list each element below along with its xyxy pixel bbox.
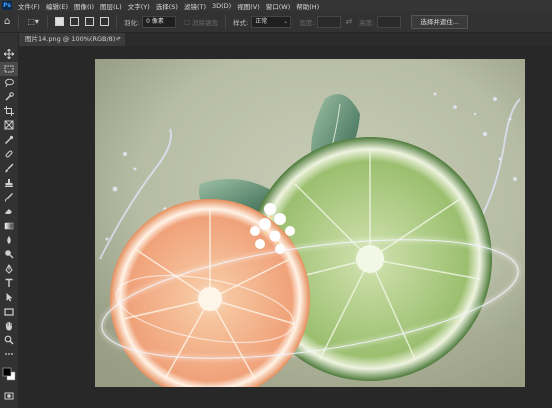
history-brush-icon[interactable]	[0, 190, 18, 204]
hand-icon[interactable]	[0, 319, 18, 333]
menu-edit[interactable]: 编辑(E)	[43, 1, 71, 11]
tab-strip	[125, 33, 552, 46]
frame-icon[interactable]	[0, 118, 18, 132]
add-selection-icon[interactable]	[69, 17, 79, 26]
menu-window[interactable]: 窗口(W)	[263, 1, 294, 11]
swap-icon[interactable]: ⇄	[345, 17, 352, 26]
new-selection-icon[interactable]	[54, 17, 64, 26]
menu-3d[interactable]: 3D(D)	[209, 2, 234, 10]
eraser-icon[interactable]	[0, 204, 18, 218]
menu-layer[interactable]: 图层(L)	[97, 1, 125, 11]
menu-help[interactable]: 帮助(H)	[293, 1, 322, 11]
height-input[interactable]	[377, 15, 402, 28]
quick-select-icon[interactable]	[0, 90, 18, 104]
citrus-splash-image	[95, 59, 525, 387]
intersect-selection-icon[interactable]	[99, 17, 109, 26]
feather-input[interactable]: 0 像素	[142, 15, 177, 28]
menu-filter[interactable]: 滤镜(T)	[181, 1, 209, 11]
crop-icon[interactable]	[0, 104, 18, 118]
style-value: 正常	[255, 17, 268, 25]
close-tab-icon[interactable]: ×	[115, 33, 120, 46]
chevron-down-icon: ⌄	[283, 17, 289, 25]
antialias-label: 消除锯齿	[192, 18, 219, 27]
healing-brush-icon[interactable]	[0, 147, 18, 161]
clone-stamp-icon[interactable]	[0, 176, 18, 190]
gradient-icon[interactable]	[0, 219, 18, 233]
brush-icon[interactable]	[0, 161, 18, 175]
width-label: 宽度:	[299, 18, 315, 27]
menu-image[interactable]: 图像(I)	[71, 1, 97, 11]
color-swatches-icon[interactable]	[0, 363, 18, 385]
width-input[interactable]	[317, 15, 342, 28]
antialias-checkbox[interactable]: ☐ 消除锯齿	[184, 17, 218, 27]
quick-mask-icon[interactable]	[0, 389, 18, 403]
dodge-icon[interactable]	[0, 247, 18, 261]
menu-type[interactable]: 文字(Y)	[125, 1, 153, 11]
zoom-icon[interactable]	[0, 333, 18, 347]
pen-icon[interactable]	[0, 262, 18, 276]
separator	[18, 14, 20, 29]
select-and-mask-button[interactable]: 选择并遮住...	[411, 14, 469, 29]
menu-bar: Ps 文件(F) 编辑(E) 图像(I) 图层(L) 文字(Y) 选择(S) 滤…	[0, 0, 552, 11]
separator	[115, 14, 117, 29]
marquee-icon[interactable]	[0, 62, 18, 76]
more-tools-icon[interactable]	[0, 347, 18, 361]
path-select-icon[interactable]	[0, 290, 18, 304]
menu-file[interactable]: 文件(F)	[15, 1, 43, 11]
document-tab[interactable]: 图片14.png @ 100%(RGB/8) * ×	[19, 33, 125, 46]
document-tab-title: 图片14.png @ 100%(RGB/8) *	[25, 35, 121, 43]
document-canvas[interactable]	[95, 59, 525, 387]
marquee-preset-icon[interactable]: ⬚▾	[27, 17, 39, 26]
separator	[225, 14, 227, 29]
blur-icon[interactable]	[0, 233, 18, 247]
separator	[46, 14, 48, 29]
feather-label: 羽化:	[123, 18, 140, 27]
type-icon[interactable]	[0, 276, 18, 290]
tools-panel	[0, 33, 19, 408]
menu-view[interactable]: 视图(V)	[234, 1, 263, 11]
photoshop-logo-icon[interactable]: Ps	[2, 1, 12, 10]
home-icon[interactable]: ⌂	[4, 16, 10, 27]
eyedropper-icon[interactable]	[0, 133, 18, 147]
lasso-icon[interactable]	[0, 76, 18, 90]
options-bar: ⌂ ⬚▾ 羽化: 0 像素 ☐ 消除锯齿 样式: 正常 ⌄ 宽度: ⇄ 高度: 选…	[0, 11, 552, 33]
style-select[interactable]: 正常 ⌄	[251, 15, 292, 28]
height-label: 高度:	[359, 18, 375, 27]
menu-select[interactable]: 选择(S)	[153, 1, 181, 11]
rectangle-icon[interactable]	[0, 305, 18, 319]
style-label: 样式:	[233, 18, 249, 27]
move-icon[interactable]	[0, 47, 18, 61]
subtract-selection-icon[interactable]	[84, 17, 94, 26]
